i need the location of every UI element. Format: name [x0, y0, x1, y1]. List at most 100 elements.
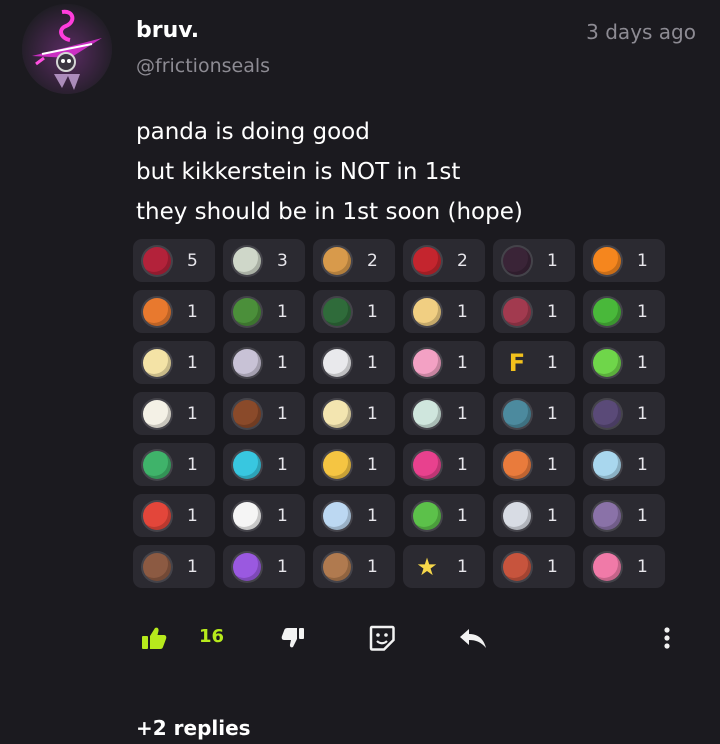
reaction-chip[interactable]: 1 — [313, 290, 395, 333]
reaction-chip[interactable]: 1 — [223, 341, 305, 384]
creeper-icon — [233, 297, 261, 326]
reaction-chip[interactable]: 1 — [403, 290, 485, 333]
spiky-character-icon — [503, 297, 531, 326]
reaction-count: 1 — [277, 301, 288, 322]
reaction-chip[interactable]: 1 — [133, 545, 215, 588]
more-vertical-icon — [664, 627, 670, 649]
cracker-heart-icon — [413, 297, 441, 326]
fox-icon — [143, 297, 171, 326]
reaction-count: 1 — [277, 454, 288, 475]
reaction-count: 1 — [367, 505, 378, 526]
reaction-chip[interactable]: 5 — [133, 239, 215, 282]
user-handle[interactable]: @frictionseals — [136, 55, 270, 77]
view-replies-link[interactable]: +2 replies — [136, 716, 251, 740]
reaction-chip[interactable]: 1 — [493, 290, 575, 333]
reaction-chip[interactable]: 1 — [493, 545, 575, 588]
reaction-count: 1 — [547, 250, 558, 271]
reaction-count: 1 — [277, 505, 288, 526]
reaction-count: 1 — [187, 505, 198, 526]
reaction-count: 1 — [637, 505, 648, 526]
reaction-chip[interactable]: 1 — [403, 443, 485, 486]
reaction-chip[interactable]: 1 — [133, 290, 215, 333]
reaction-count: 1 — [367, 454, 378, 475]
reaction-chip[interactable]: 1 — [493, 494, 575, 537]
add-reaction-button[interactable] — [366, 615, 398, 661]
reaction-chip[interactable]: 1 — [583, 494, 665, 537]
letter-f-icon: F — [508, 348, 526, 377]
thumbs-up-icon — [142, 627, 167, 649]
grim-reaper-icon — [593, 501, 621, 530]
more-options-button[interactable] — [655, 615, 679, 661]
reaction-chip[interactable]: 1 — [493, 443, 575, 486]
blob-ghost-icon — [323, 501, 351, 530]
reaction-chip[interactable]: 1 — [583, 443, 665, 486]
reaction-count: 1 — [637, 454, 648, 475]
laughing-face-icon — [323, 450, 351, 479]
reaction-chip[interactable]: 1 — [133, 392, 215, 435]
reaction-chip[interactable]: 1 — [583, 239, 665, 282]
comment-actions — [0, 615, 720, 661]
frog-tongue-icon — [593, 297, 621, 326]
reaction-chip[interactable]: ★ 1 — [403, 545, 485, 588]
reaction-count: 1 — [367, 556, 378, 577]
reaction-count: 1 — [547, 556, 558, 577]
top-hat-icon — [593, 399, 621, 428]
reaction-chip[interactable]: 3 — [223, 239, 305, 282]
comment-line: they should be in 1st soon (hope) — [136, 199, 523, 225]
reaction-count: 1 — [547, 505, 558, 526]
like-button[interactable] — [137, 615, 171, 661]
reaction-chip[interactable]: F1 — [493, 341, 575, 384]
reaction-chip[interactable]: 2 — [313, 239, 395, 282]
reaction-count: 3 — [277, 250, 288, 271]
reaction-chip[interactable]: 2 — [403, 239, 485, 282]
dislike-button[interactable] — [279, 615, 307, 661]
reaction-chip[interactable]: 1 — [403, 494, 485, 537]
reaction-chip[interactable]: 1 — [583, 341, 665, 384]
reaction-chip[interactable]: 1 — [493, 392, 575, 435]
avatar-image — [22, 4, 112, 94]
angry-cat-icon — [503, 450, 531, 479]
reaction-chip[interactable]: 1 — [403, 392, 485, 435]
lips-icon — [593, 552, 621, 581]
face-mask-icon — [413, 399, 441, 428]
reaction-chip[interactable]: 1 — [133, 341, 215, 384]
reaction-chip[interactable]: 1 — [493, 239, 575, 282]
red-creature-icon — [143, 246, 171, 275]
reaction-count: 1 — [187, 454, 198, 475]
crewmate-icon — [323, 297, 351, 326]
green-slime-icon — [143, 450, 171, 479]
cookie-icon — [323, 246, 351, 275]
reaction-chip[interactable]: 1 — [403, 341, 485, 384]
reaction-chip[interactable]: 1 — [223, 545, 305, 588]
microphone-icon — [503, 501, 531, 530]
reaction-count: 1 — [457, 454, 468, 475]
reaction-chip[interactable]: 1 — [133, 494, 215, 537]
reaction-count: 5 — [187, 250, 198, 271]
reaction-chip[interactable]: 1 — [223, 392, 305, 435]
reaction-chip[interactable]: 1 — [313, 545, 395, 588]
reaction-chip[interactable]: 1 — [313, 392, 395, 435]
red-hood-icon — [413, 246, 441, 275]
reaction-chip[interactable]: 1 — [133, 443, 215, 486]
reaction-chip[interactable]: 1 — [313, 443, 395, 486]
cat-face-icon — [503, 552, 531, 581]
reaction-count: 1 — [457, 352, 468, 373]
reply-button[interactable] — [456, 615, 490, 661]
reaction-chip[interactable]: 1 — [313, 494, 395, 537]
comment-body: panda is doing good but kikkerstein is N… — [136, 112, 523, 232]
reaction-chip[interactable]: 1 — [583, 290, 665, 333]
reaction-chip[interactable]: 1 — [313, 341, 395, 384]
reaction-chip[interactable]: 1 — [583, 545, 665, 588]
reaction-count: 1 — [187, 556, 198, 577]
reaction-chip[interactable]: 1 — [583, 392, 665, 435]
user-avatar[interactable] — [22, 4, 112, 94]
username[interactable]: bruv. — [136, 18, 199, 43]
reaction-chip[interactable]: 1 — [223, 494, 305, 537]
star-icon: ★ — [416, 552, 438, 581]
reactions-grid: 5322111111111111F11111111111111111111111… — [133, 239, 673, 588]
reaction-count: 1 — [277, 403, 288, 424]
reaction-count: 1 — [187, 301, 198, 322]
reaction-count: 1 — [457, 403, 468, 424]
reaction-chip[interactable]: 1 — [223, 290, 305, 333]
reaction-chip[interactable]: 1 — [223, 443, 305, 486]
